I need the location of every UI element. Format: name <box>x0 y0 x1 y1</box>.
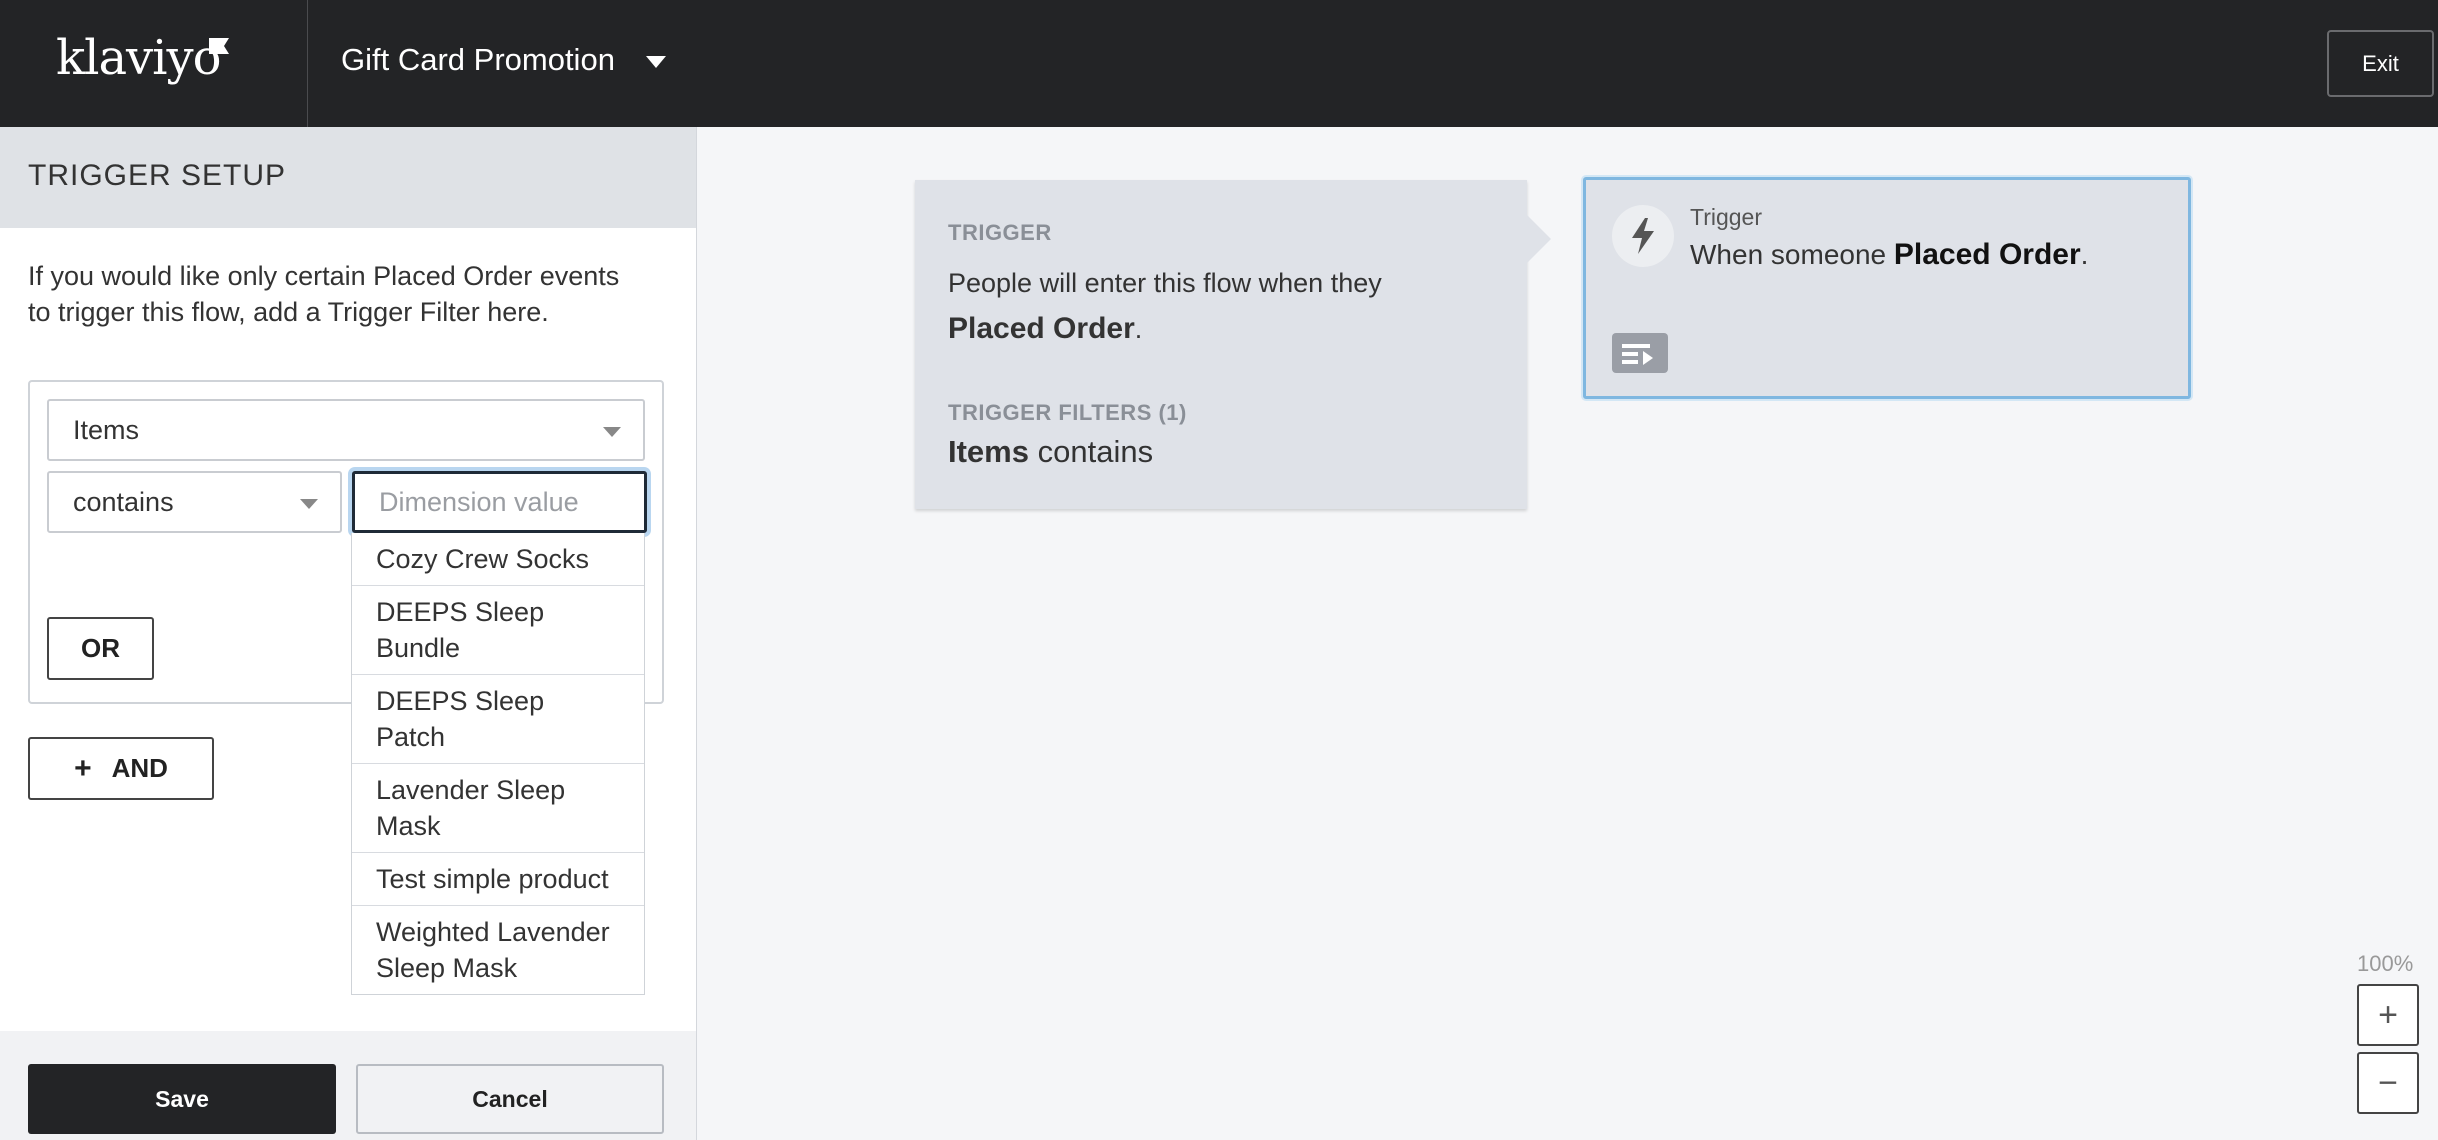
logo-flag-icon <box>209 38 229 54</box>
panel-header: TRIGGER SETUP <box>0 127 696 228</box>
operator-select[interactable]: contains <box>47 471 342 533</box>
intro-text: If you would like only certain Placed Or… <box>28 261 620 327</box>
trigger-node-text: When someone Placed Order. <box>1690 238 2088 272</box>
trigger-card-prefix: People will enter this flow when they <box>948 268 1382 298</box>
chevron-down-icon <box>603 427 621 437</box>
zoom-in-button[interactable]: + <box>2357 984 2419 1046</box>
top-bar: klaviyo Gift Card Promotion Exit <box>0 0 2438 127</box>
add-and-button[interactable]: + AND <box>28 737 214 800</box>
dropdown-option[interactable]: Weighted Lavender Sleep Mask <box>352 906 644 994</box>
trigger-filter-summary: Items contains <box>948 434 1153 470</box>
dimension-select[interactable]: Items <box>47 399 645 461</box>
save-button[interactable]: Save <box>28 1064 336 1134</box>
trigger-node-metric: Placed Order <box>1893 238 2081 271</box>
lightning-bolt-icon <box>1612 205 1674 267</box>
filter-operator: contains <box>1037 434 1154 469</box>
trigger-card-metric: Placed Order <box>948 312 1135 345</box>
dimension-value-input[interactable] <box>352 471 647 533</box>
trigger-card-text: People will enter this flow when they Pl… <box>948 260 1488 352</box>
chevron-down-icon[interactable] <box>646 56 666 68</box>
zoom-out-button[interactable]: − <box>2357 1052 2419 1114</box>
trigger-node-period: . <box>2080 239 2089 270</box>
zoom-level: 100% <box>2357 951 2414 976</box>
dropdown-option[interactable]: Lavender Sleep Mask <box>352 764 644 853</box>
dropdown-option[interactable]: Cozy Crew Socks <box>352 533 644 586</box>
cancel-button[interactable]: Cancel <box>356 1064 664 1134</box>
dropdown-option[interactable]: Test simple product <box>352 853 644 906</box>
operator-select-value: contains <box>73 486 174 517</box>
trigger-filters-label: TRIGGER FILTERS (1) <box>948 400 1187 425</box>
or-button[interactable]: OR <box>47 617 154 680</box>
plus-icon: + <box>74 751 92 785</box>
flow-title[interactable]: Gift Card Promotion <box>341 42 615 78</box>
trigger-node[interactable]: Trigger When someone Placed Order. <box>1583 177 2191 399</box>
dropdown-option[interactable]: DEEPS Sleep Patch <box>352 675 644 764</box>
logo-area: klaviyo <box>0 0 308 127</box>
trigger-card-label: TRIGGER <box>948 220 1052 245</box>
trigger-node-label: Trigger <box>1690 204 1762 230</box>
exit-button[interactable]: Exit <box>2327 30 2434 97</box>
trigger-setup-panel: TRIGGER SETUP If you would like only cer… <box>0 127 697 1140</box>
and-label: AND <box>111 753 168 783</box>
dimension-select-value: Items <box>73 414 140 445</box>
klaviyo-logo[interactable]: klaviyo <box>56 30 222 86</box>
chevron-down-icon <box>300 499 318 509</box>
trigger-card-period: . <box>1134 314 1143 344</box>
dropdown-option[interactable]: DEEPS Sleep Bundle <box>352 586 644 675</box>
panel-title: TRIGGER SETUP <box>28 159 287 192</box>
preview-list-icon[interactable] <box>1612 333 1668 373</box>
trigger-summary-card[interactable]: TRIGGER People will enter this flow when… <box>915 180 1551 509</box>
filter-dimension: Items <box>948 434 1029 469</box>
trigger-node-prefix: When someone <box>1690 239 1887 270</box>
dimension-value-dropdown: Cozy Crew Socks DEEPS Sleep Bundle DEEPS… <box>351 533 645 995</box>
